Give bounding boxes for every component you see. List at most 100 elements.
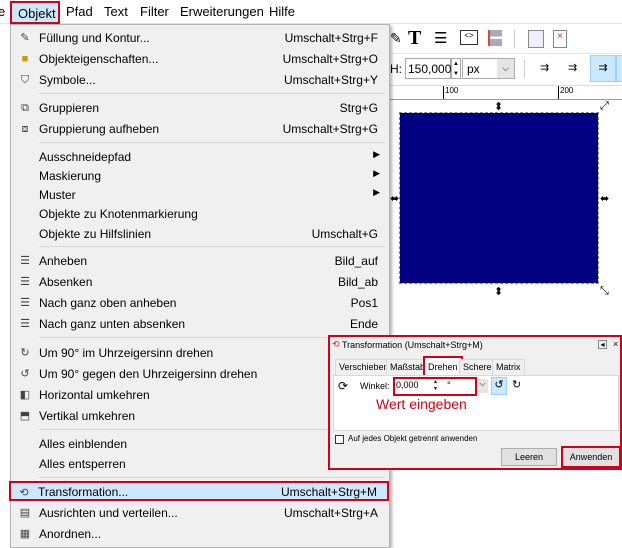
menu-item-clip[interactable]: Ausschneidepfad ▶	[12, 147, 388, 167]
horizontal-ruler: 100 200	[390, 86, 622, 100]
menu-item-raise-top[interactable]: ☰ Nach ganz oben anheben Pos1	[12, 293, 388, 313]
group-icon: ⧉	[21, 102, 29, 114]
flip-horizontal-icon: ◧	[19, 389, 31, 401]
flip-vertical-icon: ⬒	[19, 410, 31, 422]
angle-stepper[interactable]: ▲ ▼	[433, 379, 438, 393]
menu-bar: e Objekt Pfad Text Filter Erweiterungen …	[0, 0, 622, 24]
menu-text[interactable]: Text	[104, 4, 128, 19]
menu-item-pattern[interactable]: Muster ▶	[12, 185, 388, 205]
menu-item-objects-to-guides[interactable]: Objekte zu Hilfslinien Umschalt+G	[12, 224, 388, 244]
ruler-tick-label: 200	[558, 86, 573, 99]
menu-objekt[interactable]: Objekt	[10, 1, 60, 24]
raise-top-icon: ☰	[20, 297, 30, 309]
menu-pfad[interactable]: Pfad	[66, 4, 93, 19]
text-tool-icon[interactable]: T	[408, 27, 421, 50]
scale-handle-top[interactable]: ⬍	[494, 100, 503, 113]
ruler-tick-label: 100	[443, 86, 458, 99]
menu-item-object-properties[interactable]: ■ Objekteigenschaften... Umschalt+Strg+O	[12, 49, 388, 69]
menu-item-group[interactable]: ⧉ Gruppieren Strg+G	[12, 98, 388, 118]
menu-item-lower-bottom[interactable]: ☰ Nach ganz unten absenken Ende	[12, 314, 388, 334]
lower-bottom-icon: ☰	[20, 318, 30, 330]
rotate-cw-toggle[interactable]: ↻	[512, 378, 521, 391]
scale-corners-icon[interactable]: ⇉	[568, 61, 577, 74]
menu-item-symbols[interactable]: ⛉ Symbole... Umschalt+Strg+Y	[12, 70, 388, 90]
preferences-icon[interactable]	[528, 30, 544, 48]
clear-button[interactable]: Leeren	[501, 448, 557, 466]
transform-patterns-toggle[interactable]: ⇶	[616, 55, 622, 82]
transform-icon: ⟲	[332, 339, 340, 349]
fill-stroke-icon: ✎	[20, 32, 30, 44]
rotate-ccw-toggle[interactable]: ↺	[491, 377, 507, 395]
align-icon: ▤	[19, 507, 31, 519]
menu-item-lower[interactable]: ☰ Absenken Bild_ab	[12, 272, 388, 292]
tab-verschieben[interactable]: Verschieben	[335, 359, 393, 375]
menu-item-fill-stroke[interactable]: ✎ Füllung und Kontur... Umschalt+Strg+F	[12, 28, 388, 48]
arrange-icon: ▦	[19, 528, 31, 540]
unit-value: px	[467, 62, 480, 76]
scale-handle-top-right[interactable]: ⤢	[600, 100, 609, 113]
dialog-title: Transformation (Umschalt+Strg+M)	[342, 340, 483, 350]
angle-unit[interactable]: °	[447, 380, 451, 390]
chevron-down-icon[interactable]: ⌵	[477, 379, 488, 393]
menu-separator	[39, 93, 385, 94]
align-icon[interactable]	[488, 30, 502, 46]
menu-item-objects-to-marker[interactable]: Objekte zu Knotenmarkierung	[12, 204, 388, 224]
menu-separator	[39, 142, 385, 143]
angle-label: Winkel:	[360, 381, 390, 391]
xml-editor-icon[interactable]: <>	[460, 30, 478, 45]
menu-erweiterungen[interactable]: Erweiterungen	[180, 4, 264, 19]
height-stepper[interactable]: ▲ ▼	[451, 58, 461, 79]
scale-handle-bottom[interactable]: ⬍	[494, 285, 503, 298]
layers-icon[interactable]: ☰	[434, 29, 447, 47]
object-properties-icon: ■	[21, 53, 29, 65]
submenu-arrow-icon: ▶	[373, 149, 380, 159]
rotate-cw-icon: ↻	[20, 347, 30, 359]
menu-separator	[39, 246, 385, 247]
dock-icon[interactable]: ◂	[598, 340, 607, 349]
close-icon[interactable]: ×	[613, 339, 618, 349]
height-input[interactable]: 150,000	[405, 58, 451, 79]
toolbar-separator	[514, 30, 515, 48]
raise-icon: ☰	[20, 255, 30, 267]
apply-button[interactable]: Anwenden	[561, 446, 621, 468]
menu-item-mask[interactable]: Maskierung ▶	[12, 166, 388, 186]
tab-drehen[interactable]: Drehen	[423, 356, 463, 377]
scale-handle-bottom-right[interactable]: ⤡	[600, 285, 609, 298]
apply-separately-checkbox[interactable]	[335, 435, 344, 444]
angle-input[interactable]: 0,000	[396, 380, 419, 390]
menu-item-ungroup[interactable]: ⧈ Gruppierung aufheben Umschalt+Strg+G	[12, 119, 388, 139]
selected-rectangle[interactable]	[399, 112, 599, 284]
toolbar-separator	[524, 60, 525, 78]
annotation-wert-eingeben: Wert eingeben	[376, 396, 467, 412]
commands-toolbar: ✎ T ☰ <> ×	[390, 24, 622, 54]
symbols-icon: ⛉	[20, 74, 30, 86]
tab-matrix[interactable]: Matrix	[492, 359, 525, 375]
pen-icon[interactable]: ✎	[390, 30, 402, 47]
height-label: H:	[390, 62, 402, 76]
scale-handle-left[interactable]: ⬌	[390, 192, 399, 205]
menu-item-arrange[interactable]: ▦ Anordnen...	[12, 524, 388, 544]
submenu-arrow-icon: ▶	[373, 187, 380, 197]
scale-stroke-icon[interactable]: ⇉	[540, 61, 549, 74]
menu-item-raise[interactable]: ☰ Anheben Bild_auf	[12, 251, 388, 271]
ungroup-icon: ⧈	[21, 123, 29, 135]
menu-item-align[interactable]: ▤ Ausrichten und verteilen... Umschalt+Str…	[12, 503, 388, 523]
tool-controls-bar: H: 150,000 ▲▼ px ⌵ ⇉ ⇉ ⇉ ⇶	[390, 54, 622, 86]
document-properties-icon[interactable]: ×	[553, 30, 567, 48]
rotate-ccw-icon: ↺	[20, 368, 30, 380]
menu-separator	[39, 477, 385, 478]
unit-select[interactable]: px ⌵	[462, 58, 515, 79]
rotate-object-icon: ⟳	[338, 379, 349, 393]
chevron-down-icon: ⌵	[497, 59, 514, 78]
rotate-panel: ⟳ Winkel: 0,000 ▲ ▼ ° ⌵ ↺ ↻ Wert eingeben	[333, 375, 619, 431]
transform-icon: ⟲	[19, 487, 29, 499]
menu-filter[interactable]: Filter	[140, 4, 169, 19]
menu-edit[interactable]: e	[0, 4, 5, 19]
menu-item-transform[interactable]: ⟲ Transformation... Umschalt+Strg+M	[9, 481, 389, 501]
transform-gradients-toggle[interactable]: ⇉	[590, 55, 616, 82]
scale-handle-right[interactable]: ⬌	[600, 192, 609, 205]
apply-separately-label: Auf jedes Objekt getrennt anwenden	[348, 434, 478, 443]
lower-icon: ☰	[20, 276, 30, 288]
submenu-arrow-icon: ▶	[373, 168, 380, 178]
menu-hilfe[interactable]: Hilfe	[269, 4, 295, 19]
